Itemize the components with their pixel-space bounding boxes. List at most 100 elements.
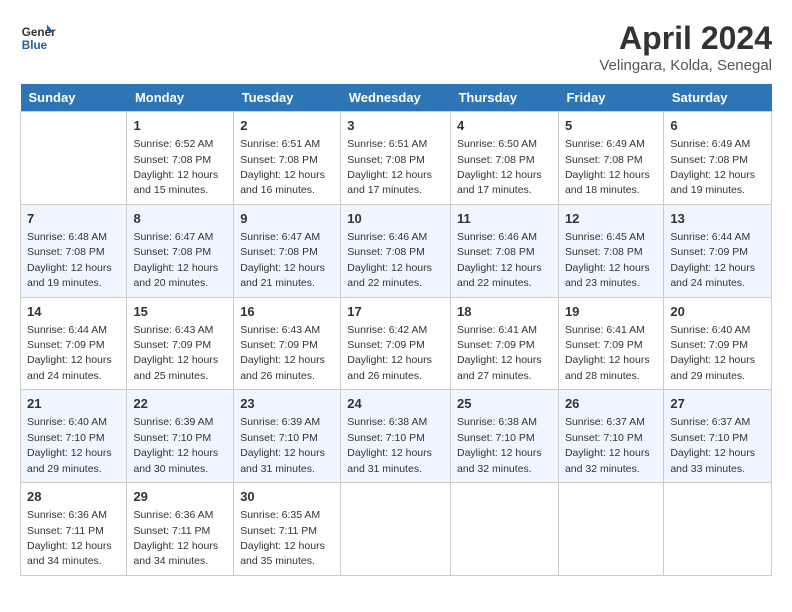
daylight-text: Daylight: 12 hours and 24 minutes. <box>27 354 112 381</box>
day-cell-3-4: 25 Sunrise: 6:38 AM Sunset: 7:10 PM Dayl… <box>450 390 558 483</box>
sunset-text: Sunset: 7:08 PM <box>347 246 425 258</box>
sunrise-text: Sunrise: 6:40 AM <box>670 324 750 336</box>
daylight-text: Daylight: 12 hours and 16 minutes. <box>240 169 325 196</box>
sunrise-text: Sunrise: 6:43 AM <box>133 324 213 336</box>
sunset-text: Sunset: 7:09 PM <box>240 339 318 351</box>
daylight-text: Daylight: 12 hours and 33 minutes. <box>670 447 755 474</box>
day-cell-2-3: 17 Sunrise: 6:42 AM Sunset: 7:09 PM Dayl… <box>341 297 451 390</box>
day-cell-1-2: 9 Sunrise: 6:47 AM Sunset: 7:08 PM Dayli… <box>234 204 341 297</box>
day-cell-2-5: 19 Sunrise: 6:41 AM Sunset: 7:09 PM Dayl… <box>558 297 663 390</box>
daylight-text: Daylight: 12 hours and 26 minutes. <box>240 354 325 381</box>
sunrise-text: Sunrise: 6:52 AM <box>133 138 213 150</box>
day-cell-0-0 <box>21 112 127 205</box>
day-cell-0-2: 2 Sunrise: 6:51 AM Sunset: 7:08 PM Dayli… <box>234 112 341 205</box>
daylight-text: Daylight: 12 hours and 29 minutes. <box>27 447 112 474</box>
header-friday: Friday <box>558 84 663 112</box>
sunset-text: Sunset: 7:10 PM <box>670 432 748 444</box>
day-cell-2-6: 20 Sunrise: 6:40 AM Sunset: 7:09 PM Dayl… <box>664 297 772 390</box>
sunset-text: Sunset: 7:10 PM <box>240 432 318 444</box>
sunset-text: Sunset: 7:08 PM <box>27 246 105 258</box>
sunset-text: Sunset: 7:08 PM <box>347 154 425 166</box>
logo: General Blue <box>20 20 56 56</box>
sunrise-text: Sunrise: 6:44 AM <box>670 231 750 243</box>
day-cell-2-4: 18 Sunrise: 6:41 AM Sunset: 7:09 PM Dayl… <box>450 297 558 390</box>
sunset-text: Sunset: 7:08 PM <box>240 154 318 166</box>
day-number: 7 <box>27 210 120 228</box>
day-cell-2-1: 15 Sunrise: 6:43 AM Sunset: 7:09 PM Dayl… <box>127 297 234 390</box>
daylight-text: Daylight: 12 hours and 29 minutes. <box>670 354 755 381</box>
sunset-text: Sunset: 7:08 PM <box>133 154 211 166</box>
sunrise-text: Sunrise: 6:46 AM <box>457 231 537 243</box>
daylight-text: Daylight: 12 hours and 27 minutes. <box>457 354 542 381</box>
day-number: 11 <box>457 210 552 228</box>
sunset-text: Sunset: 7:09 PM <box>457 339 535 351</box>
sunrise-text: Sunrise: 6:47 AM <box>133 231 213 243</box>
day-number: 8 <box>133 210 227 228</box>
header-monday: Monday <box>127 84 234 112</box>
daylight-text: Daylight: 12 hours and 19 minutes. <box>670 169 755 196</box>
day-number: 9 <box>240 210 334 228</box>
daylight-text: Daylight: 12 hours and 28 minutes. <box>565 354 650 381</box>
sunset-text: Sunset: 7:11 PM <box>240 525 317 537</box>
daylight-text: Daylight: 12 hours and 31 minutes. <box>347 447 432 474</box>
header-saturday: Saturday <box>664 84 772 112</box>
daylight-text: Daylight: 12 hours and 34 minutes. <box>27 540 112 567</box>
sunset-text: Sunset: 7:08 PM <box>670 154 748 166</box>
day-number: 12 <box>565 210 657 228</box>
day-cell-3-6: 27 Sunrise: 6:37 AM Sunset: 7:10 PM Dayl… <box>664 390 772 483</box>
day-cell-1-1: 8 Sunrise: 6:47 AM Sunset: 7:08 PM Dayli… <box>127 204 234 297</box>
daylight-text: Daylight: 12 hours and 19 minutes. <box>27 262 112 289</box>
daylight-text: Daylight: 12 hours and 17 minutes. <box>457 169 542 196</box>
sunrise-text: Sunrise: 6:36 AM <box>27 509 107 521</box>
day-number: 14 <box>27 303 120 321</box>
sunset-text: Sunset: 7:08 PM <box>457 154 535 166</box>
daylight-text: Daylight: 12 hours and 22 minutes. <box>347 262 432 289</box>
sunset-text: Sunset: 7:09 PM <box>347 339 425 351</box>
sunset-text: Sunset: 7:08 PM <box>457 246 535 258</box>
header-thursday: Thursday <box>450 84 558 112</box>
day-cell-4-4 <box>450 483 558 576</box>
sunset-text: Sunset: 7:10 PM <box>347 432 425 444</box>
sunset-text: Sunset: 7:11 PM <box>133 525 210 537</box>
day-cell-0-3: 3 Sunrise: 6:51 AM Sunset: 7:08 PM Dayli… <box>341 112 451 205</box>
daylight-text: Daylight: 12 hours and 17 minutes. <box>347 169 432 196</box>
week-row-3: 14 Sunrise: 6:44 AM Sunset: 7:09 PM Dayl… <box>21 297 772 390</box>
day-cell-3-3: 24 Sunrise: 6:38 AM Sunset: 7:10 PM Dayl… <box>341 390 451 483</box>
sunset-text: Sunset: 7:09 PM <box>27 339 105 351</box>
sunset-text: Sunset: 7:10 PM <box>27 432 105 444</box>
day-cell-1-0: 7 Sunrise: 6:48 AM Sunset: 7:08 PM Dayli… <box>21 204 127 297</box>
sunrise-text: Sunrise: 6:46 AM <box>347 231 427 243</box>
day-number: 23 <box>240 395 334 413</box>
svg-text:General: General <box>22 26 56 39</box>
day-cell-4-0: 28 Sunrise: 6:36 AM Sunset: 7:11 PM Dayl… <box>21 483 127 576</box>
sunset-text: Sunset: 7:08 PM <box>240 246 318 258</box>
sunrise-text: Sunrise: 6:38 AM <box>457 416 537 428</box>
day-cell-4-5 <box>558 483 663 576</box>
sunset-text: Sunset: 7:09 PM <box>565 339 643 351</box>
sunset-text: Sunset: 7:08 PM <box>565 154 643 166</box>
daylight-text: Daylight: 12 hours and 35 minutes. <box>240 540 325 567</box>
daylight-text: Daylight: 12 hours and 25 minutes. <box>133 354 218 381</box>
sunset-text: Sunset: 7:08 PM <box>565 246 643 258</box>
sunrise-text: Sunrise: 6:37 AM <box>670 416 750 428</box>
daylight-text: Daylight: 12 hours and 18 minutes. <box>565 169 650 196</box>
day-cell-1-6: 13 Sunrise: 6:44 AM Sunset: 7:09 PM Dayl… <box>664 204 772 297</box>
header-wednesday: Wednesday <box>341 84 451 112</box>
sunset-text: Sunset: 7:11 PM <box>27 525 104 537</box>
sunrise-text: Sunrise: 6:35 AM <box>240 509 320 521</box>
day-cell-1-5: 12 Sunrise: 6:45 AM Sunset: 7:08 PM Dayl… <box>558 204 663 297</box>
day-number: 18 <box>457 303 552 321</box>
daylight-text: Daylight: 12 hours and 24 minutes. <box>670 262 755 289</box>
day-number: 5 <box>565 117 657 135</box>
day-number: 19 <box>565 303 657 321</box>
day-number: 3 <box>347 117 444 135</box>
header-sunday: Sunday <box>21 84 127 112</box>
week-row-1: 1 Sunrise: 6:52 AM Sunset: 7:08 PM Dayli… <box>21 112 772 205</box>
sunrise-text: Sunrise: 6:49 AM <box>670 138 750 150</box>
sunrise-text: Sunrise: 6:51 AM <box>347 138 427 150</box>
day-cell-1-4: 11 Sunrise: 6:46 AM Sunset: 7:08 PM Dayl… <box>450 204 558 297</box>
sunset-text: Sunset: 7:10 PM <box>565 432 643 444</box>
day-cell-3-1: 22 Sunrise: 6:39 AM Sunset: 7:10 PM Dayl… <box>127 390 234 483</box>
sunset-text: Sunset: 7:09 PM <box>133 339 211 351</box>
daylight-text: Daylight: 12 hours and 31 minutes. <box>240 447 325 474</box>
